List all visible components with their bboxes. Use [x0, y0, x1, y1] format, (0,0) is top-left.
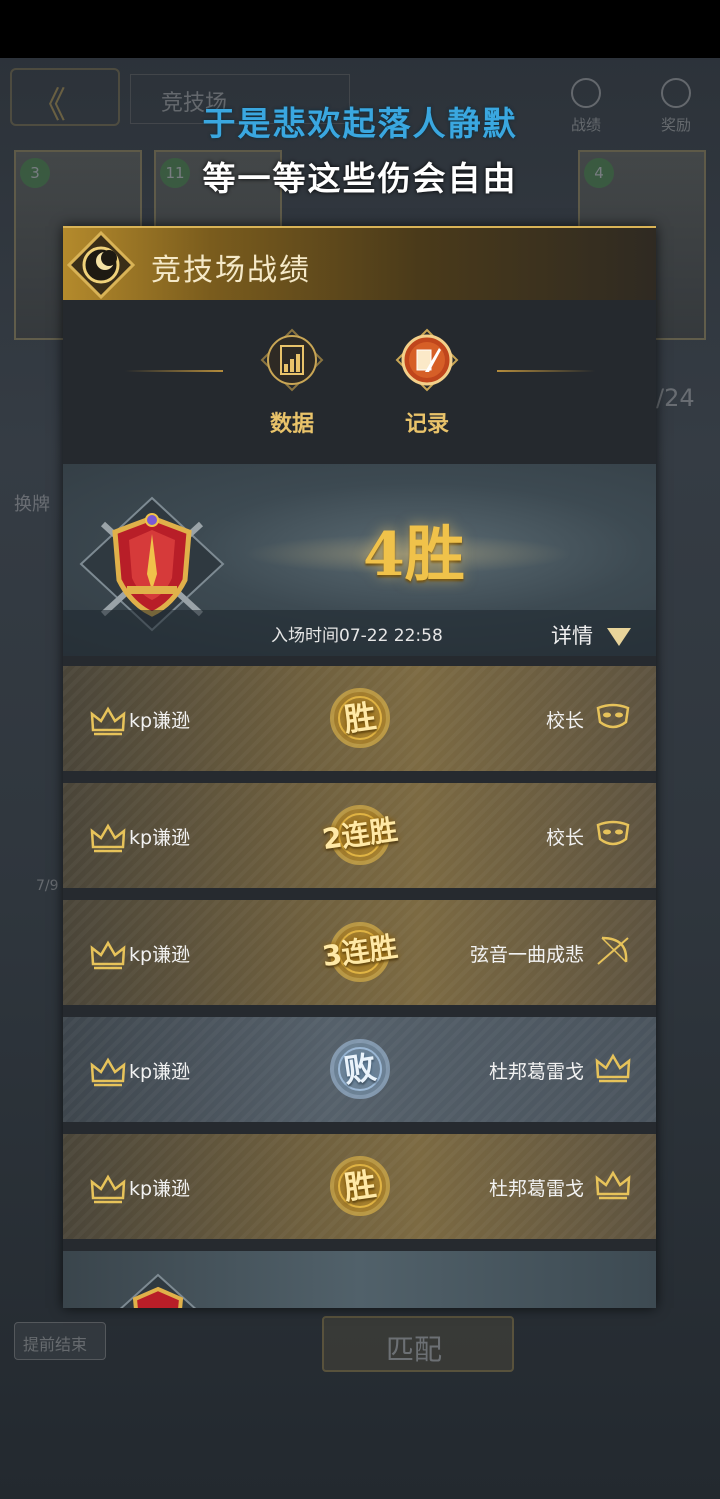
crown-icon	[89, 1055, 126, 1087]
player-name: kp谦逊	[129, 1061, 191, 1083]
player-name: kp谦逊	[129, 1178, 191, 1200]
bow-icon	[594, 934, 632, 968]
record-row[interactable]: kp谦逊 败 杜邦葛雷戈	[63, 1017, 656, 1122]
tab-record[interactable]: 记录	[382, 328, 472, 440]
lose-badge: 败	[318, 1037, 402, 1101]
quill-icon	[395, 328, 459, 392]
crown-icon	[594, 1168, 632, 1202]
result-label: 胜	[341, 696, 379, 740]
mask-icon	[594, 700, 632, 734]
summary-card: 4胜 入场时间07-22 22:58 详情	[63, 464, 656, 656]
record-row[interactable]: kp谦逊 胜 杜邦葛雷戈	[63, 1134, 656, 1239]
lyric-line-1: 于是悲欢起落人静默	[202, 104, 518, 143]
opponent-name: 杜邦葛雷戈	[488, 1061, 584, 1083]
player-name: kp谦逊	[129, 944, 191, 966]
shield-badge-icon	[119, 1273, 197, 1308]
win-badge: 胜	[318, 1154, 402, 1218]
result-label: 3连胜	[320, 929, 400, 974]
mask-icon	[594, 817, 632, 851]
player-name: kp谦逊	[129, 710, 191, 732]
opponent-name: 弦音一曲成悲	[469, 944, 584, 966]
win-badge: 胜	[318, 686, 402, 750]
player-name: kp谦逊	[129, 827, 191, 849]
panel-header: 竞技场战绩	[63, 226, 656, 300]
record-list: kp谦逊胜校长 kp谦逊 2连胜 校长 kp谦逊 3连胜 弦音一曲成悲 kp谦逊败杜邦葛雷戈 k…	[63, 666, 656, 1251]
result-label: 2连胜	[320, 812, 400, 857]
lyric-line-2: 等一等这些伤会自由	[202, 159, 518, 198]
match-button: 匹配	[322, 1316, 514, 1372]
record-row[interactable]: kp谦逊 2连胜 校长	[63, 783, 656, 888]
triangle-down-icon	[607, 628, 631, 646]
opponent-name: 校长	[545, 827, 584, 849]
summary-footer: 入场时间07-22 22:58 详情	[63, 610, 656, 656]
tab-bar: 数据 记录	[63, 300, 656, 464]
card-count: /24	[656, 384, 695, 412]
record-row[interactable]: kp谦逊 胜 校长	[63, 666, 656, 771]
arena-record-panel: 竞技场战绩 数据 记录 4胜 入场时间07-22 22:58 详情 kp谦逊 胜…	[63, 226, 656, 1308]
progress-count: 7/9	[36, 878, 59, 894]
panel-title: 竞技场战绩	[151, 253, 311, 288]
record-row[interactable]: kp谦逊 3连胜 弦音一曲成悲	[63, 900, 656, 1005]
win-badge: 2连胜	[318, 803, 402, 867]
crown-icon	[89, 704, 126, 736]
tab-data-label: 数据	[269, 412, 314, 437]
win-badge: 3连胜	[318, 920, 402, 984]
crown-icon	[89, 821, 126, 853]
divider	[497, 370, 595, 372]
details-label: 详情	[551, 624, 593, 648]
opponent-name: 校长	[545, 710, 584, 732]
details-button[interactable]: 详情	[549, 616, 639, 650]
crown-icon	[89, 1172, 126, 1204]
crown-icon	[594, 1051, 632, 1085]
tab-data[interactable]: 数据	[247, 328, 337, 440]
arena-emblem-icon	[67, 231, 135, 299]
wins-count: 4胜	[363, 520, 465, 590]
crown-icon	[89, 938, 126, 970]
divider	[125, 370, 223, 372]
result-label: 胜	[341, 1164, 379, 1208]
opponent-name: 杜邦葛雷戈	[488, 1178, 584, 1200]
chart-icon	[260, 328, 324, 392]
next-summary-card-partial	[63, 1251, 656, 1308]
result-label: 败	[341, 1047, 379, 1091]
entry-time: 入场时间07-22 22:58	[271, 626, 443, 646]
tab-record-label: 记录	[404, 412, 449, 437]
swap-card-label: 换牌	[14, 494, 50, 515]
end-early-button: 提前结束	[14, 1322, 106, 1360]
